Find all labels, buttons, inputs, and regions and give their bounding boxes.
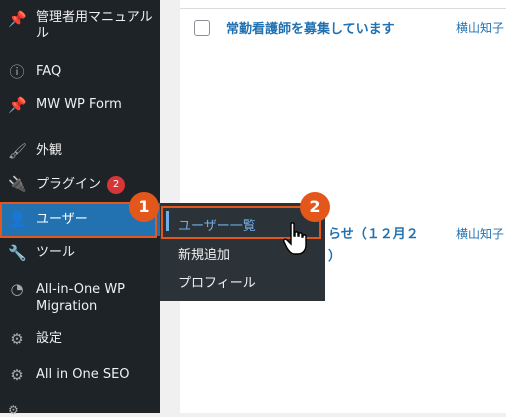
submenu-item-add-new[interactable]: 新規追加 xyxy=(178,244,230,263)
sidebar-item-migration[interactable]: ◔ All-in-One WP Migration xyxy=(0,280,160,316)
pin-icon: 📌 xyxy=(8,96,27,114)
submenu-item-profile[interactable]: プロフィール xyxy=(178,272,256,291)
sidebar-item-plugins[interactable]: 🔌 プラグイン 2 xyxy=(0,175,160,195)
row-checkbox[interactable] xyxy=(194,20,210,36)
sidebar-item-label: ツール xyxy=(36,245,76,260)
post-author-link[interactable]: 横山知子 xyxy=(456,225,504,242)
step-callout-1: 1 xyxy=(129,192,159,222)
sidebar-item-label: 管理者用マニュアル ル xyxy=(36,10,153,41)
plugin-icon: 🔌 xyxy=(8,175,27,193)
sidebar-item-label: 設定 xyxy=(36,331,63,346)
sidebar-item-label: プラグイン xyxy=(36,177,102,192)
post-author-link[interactable]: 横山知子 xyxy=(456,19,504,36)
sidebar-item-settings[interactable]: ⚙ 設定 xyxy=(0,330,160,350)
sidebar-item-label: All in One SEO xyxy=(36,367,130,382)
post-title-link[interactable]: 常勤看護師を募集しています xyxy=(226,18,395,37)
sidebar-item-tools[interactable]: 🔧 ツール xyxy=(0,244,160,264)
post-title-link[interactable]: らせ（１２月２ ） xyxy=(328,224,419,268)
settings-icon: ⚙ xyxy=(10,330,24,348)
sidebar-item-label: MW WP Form xyxy=(36,97,122,112)
sidebar-item-appearance[interactable]: 🖌 外観 xyxy=(0,142,160,162)
hand-cursor-icon xyxy=(283,222,307,255)
sidebar-item-label: All-in-One WP Migration xyxy=(36,282,126,314)
sidebar-item-aioseo[interactable]: ⚙ All in One SEO xyxy=(0,366,160,386)
migration-icon: ◔ xyxy=(10,280,24,298)
sidebar-item-manual[interactable]: 📌 管理者用マニュアル ル xyxy=(0,8,160,48)
sidebar-item-label: 外観 xyxy=(36,143,63,158)
step-callout-2: 2 xyxy=(300,192,330,222)
sidebar-item-label: FAQ xyxy=(36,64,62,79)
more-icon: ⚙ xyxy=(8,403,19,417)
update-count-badge: 2 xyxy=(107,176,126,194)
pin-icon: 📌 xyxy=(8,10,27,28)
divider xyxy=(180,8,506,9)
brush-icon: 🖌 xyxy=(8,142,28,160)
sidebar-item-faq[interactable]: ⓘ FAQ xyxy=(0,63,160,83)
gear-icon: ⚙ xyxy=(10,366,24,384)
wrench-icon: 🔧 xyxy=(8,244,27,262)
sidebar-item-mw-wp-form[interactable]: 📌 MW WP Form xyxy=(0,96,160,116)
sidebar-item-label-wrap: プラグイン 2 xyxy=(36,176,126,194)
info-icon: ⓘ xyxy=(9,63,25,81)
